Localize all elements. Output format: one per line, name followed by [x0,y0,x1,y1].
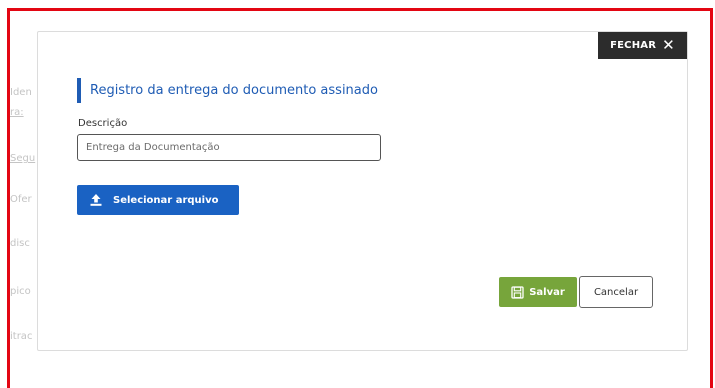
background-text-fragment: Ofer [10,194,32,205]
title-accent-bar [77,78,81,103]
background-text-fragment: itrac [10,331,33,342]
close-label: FECHAR [610,40,657,51]
background-text-fragment: pico [10,286,31,297]
modal-title: Registro da entrega do documento assinad… [90,83,378,98]
description-input[interactable] [77,134,381,161]
save-label: Salvar [529,286,565,298]
close-button[interactable]: FECHAR ✕ [598,32,687,59]
background-text-fragment: Iden [10,87,32,98]
save-button[interactable]: Salvar [499,277,577,307]
modal-header: Registro da entrega do documento assinad… [77,78,378,103]
select-file-button[interactable]: Selecionar arquivo [77,185,239,215]
upload-icon [90,194,102,206]
close-icon: ✕ [662,36,675,54]
select-file-label: Selecionar arquivo [113,194,219,206]
description-label: Descrição [78,118,128,129]
document-delivery-modal: FECHAR ✕ Registro da entrega do document… [37,31,688,351]
save-icon [511,285,524,299]
cancel-label: Cancelar [593,286,639,298]
background-link-fragment[interactable]: ra: [10,107,24,118]
cancel-button[interactable]: Cancelar [579,276,653,308]
background-text-fragment: disc [10,238,30,249]
background-link-fragment[interactable]: Segu [10,153,35,164]
